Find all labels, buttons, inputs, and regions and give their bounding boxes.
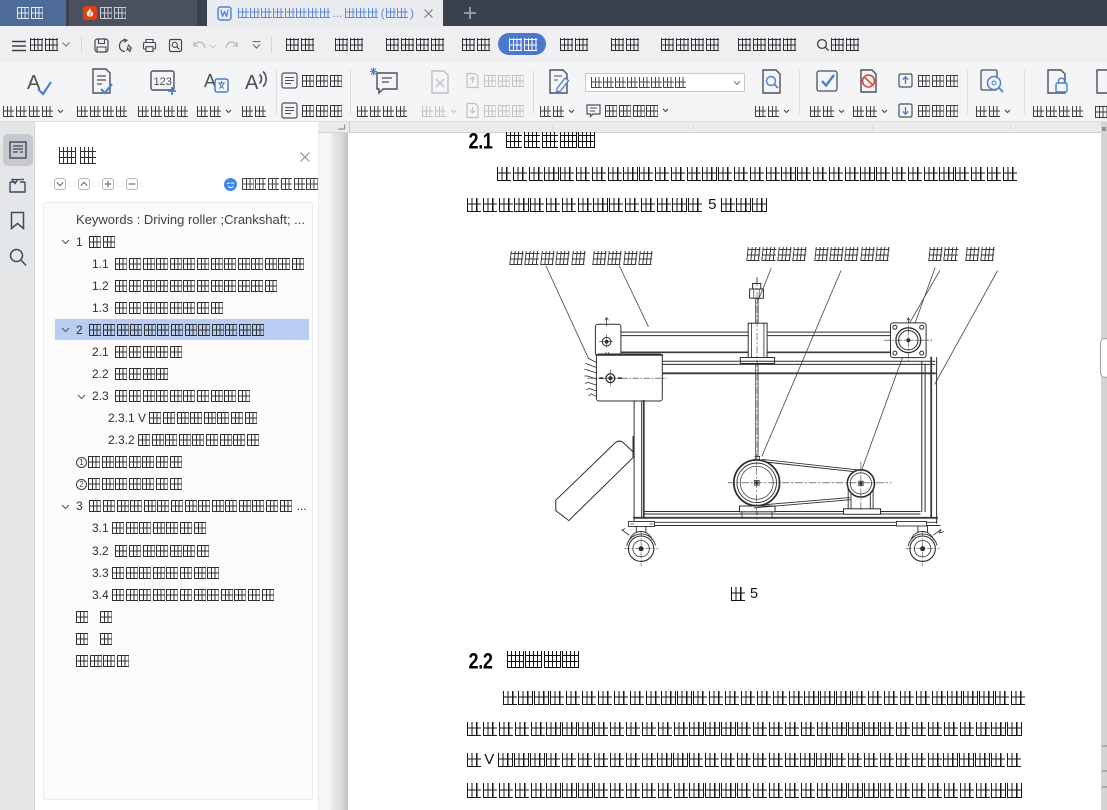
svg-text:A: A [204,71,216,91]
svg-text:123: 123 [154,76,172,88]
svg-text:A: A [245,72,259,94]
